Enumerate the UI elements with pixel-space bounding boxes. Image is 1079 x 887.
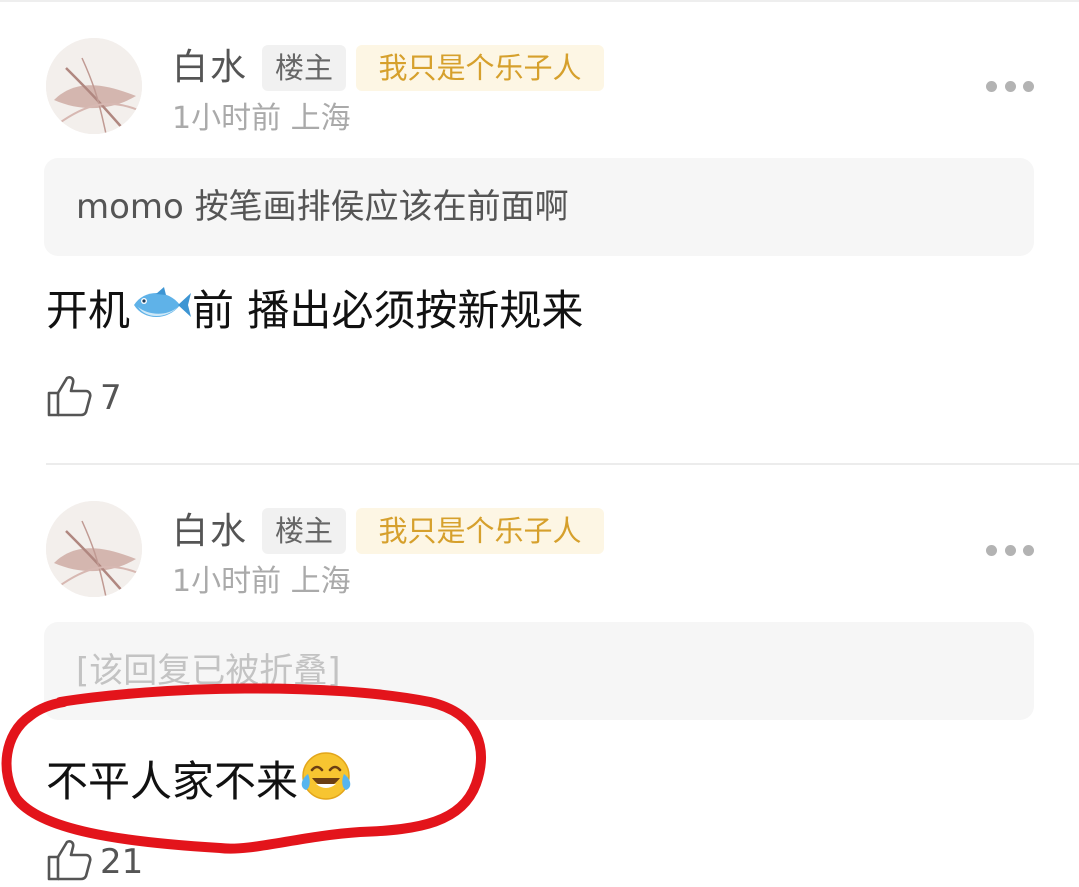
like-count: 7 (100, 378, 122, 418)
thumbs-up-icon (46, 838, 92, 886)
username[interactable]: 白水 (172, 510, 248, 554)
top-divider (0, 0, 1079, 2)
like-count: 21 (100, 842, 144, 882)
quoted-reply-text: momo 按笔画排侯应该在前面啊 (76, 187, 569, 227)
comment-text-part: 不平人家不来 (46, 756, 299, 806)
thumbs-up-icon (46, 374, 92, 422)
username[interactable]: 白水 (172, 46, 248, 90)
title-badge: 我只是个乐子人 (356, 45, 604, 91)
comment-text-part: 前 播出必须按新规来 (192, 286, 584, 335)
like-button[interactable]: 21 (46, 838, 143, 886)
comment-text-part: 开机 (46, 286, 131, 335)
quoted-reply-text: [该回复已被折叠] (76, 651, 341, 691)
comment-text: 不平人家不来 (46, 748, 356, 815)
more-options-icon[interactable] (986, 543, 1034, 557)
comment-text: 开机 前 播出必须按新规来 (46, 284, 583, 338)
like-button[interactable]: 7 (46, 374, 122, 422)
more-options-icon[interactable] (986, 79, 1034, 93)
comment-divider (46, 463, 1079, 465)
tears-of-joy-emoji-icon (298, 748, 356, 815)
title-badge: 我只是个乐子人 (356, 508, 604, 554)
timestamp-location: 1小时前 上海 (172, 564, 351, 599)
quoted-reply[interactable]: [该回复已被折叠] (44, 622, 1034, 720)
owner-badge: 楼主 (262, 508, 346, 554)
avatar[interactable] (46, 38, 142, 134)
avatar[interactable] (46, 501, 142, 597)
timestamp-location: 1小时前 上海 (172, 101, 351, 136)
quoted-reply[interactable]: momo 按笔画排侯应该在前面啊 (44, 158, 1034, 256)
owner-badge: 楼主 (262, 45, 346, 91)
fish-emoji-icon (130, 284, 192, 338)
